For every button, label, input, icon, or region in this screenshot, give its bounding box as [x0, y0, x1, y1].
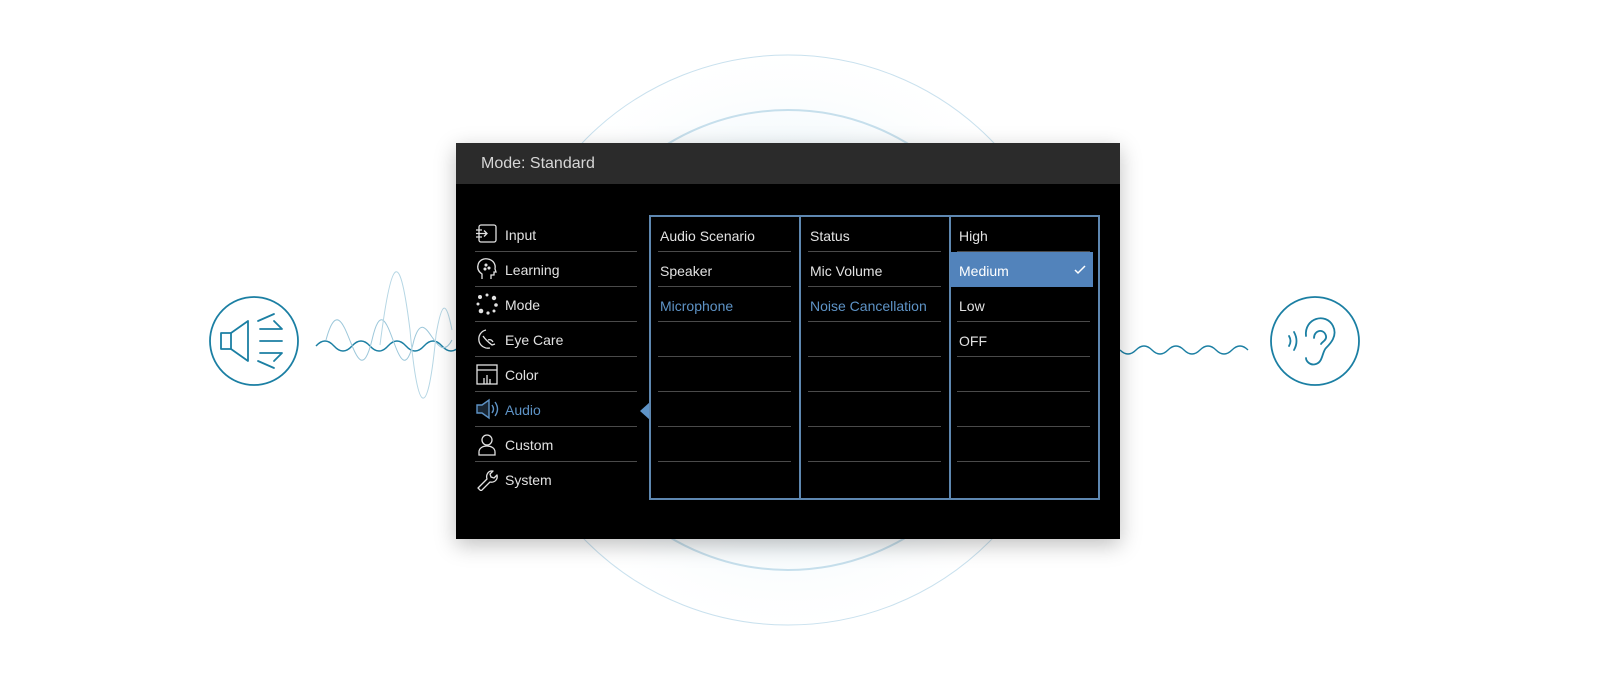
ear-sound-icon [1270, 296, 1360, 386]
menu-item-color[interactable]: Color [475, 357, 637, 392]
person-icon [478, 434, 496, 456]
speaker-icon [476, 398, 499, 420]
option-off[interactable]: OFF [957, 322, 1090, 357]
option-medium-selected[interactable]: Medium [950, 252, 1093, 287]
submenu-item-speaker[interactable]: Speaker [658, 252, 791, 287]
speaker-sound-icon [209, 296, 299, 386]
menu-item-input[interactable]: Input [475, 217, 637, 252]
menu-item-audio[interactable]: Audio [475, 392, 637, 427]
menu-item-label: Mode [505, 297, 541, 313]
osd-header: Mode: Standard [456, 143, 1120, 184]
learning-head-icon [477, 258, 497, 279]
mode-title: Mode: Standard [481, 155, 595, 172]
menu-item-custom[interactable]: Custom [475, 427, 637, 462]
menu-item-system[interactable]: System [475, 462, 637, 497]
submenu-item-mic-volume[interactable]: Mic Volume [808, 252, 941, 287]
submenu-item-status[interactable]: Status [808, 217, 941, 252]
empty-row [957, 427, 1090, 462]
audio-submenu-column: Audio Scenario Speaker Microphone [658, 217, 791, 462]
empty-row [658, 392, 791, 427]
input-icon [476, 224, 497, 243]
submenu-item-microphone[interactable]: Microphone [658, 287, 791, 322]
osd-window: Mode: Standard Input Learning Mode Eye C… [456, 143, 1120, 539]
color-icon [476, 364, 498, 385]
empty-row [658, 427, 791, 462]
microphone-submenu-column: Status Mic Volume Noise Cancellation [808, 217, 941, 462]
menu-item-label: System [505, 472, 552, 488]
option-high[interactable]: High [957, 217, 1090, 252]
menu-item-label: Learning [505, 262, 560, 278]
noise-cancellation-options-column: High Medium Low OFF [950, 217, 1093, 462]
menu-item-label: Eye Care [505, 332, 564, 348]
eye-care-icon [478, 329, 496, 349]
empty-row [957, 392, 1090, 427]
menu-item-learning[interactable]: Learning [475, 252, 637, 287]
menu-item-mode[interactable]: Mode [475, 287, 637, 322]
column-divider [799, 217, 801, 498]
empty-row [658, 357, 791, 392]
option-low[interactable]: Low [957, 287, 1090, 322]
menu-item-label: Input [505, 227, 537, 243]
empty-row [957, 357, 1090, 392]
left-sound-waves [315, 271, 461, 399]
menu-item-label: Color [505, 367, 539, 383]
empty-row [808, 357, 941, 392]
menu-item-eye-care[interactable]: Eye Care [475, 322, 637, 357]
menu-item-label: Audio [505, 402, 541, 418]
submenu-panel: Audio Scenario Speaker Microphone Status… [649, 215, 1100, 500]
empty-row [658, 322, 791, 357]
main-menu: Input Learning Mode Eye Care Color Audio… [475, 217, 637, 497]
wrench-icon [477, 470, 498, 491]
submenu-item-noise-cancellation[interactable]: Noise Cancellation [808, 287, 941, 322]
empty-row [808, 322, 941, 357]
empty-row [808, 427, 941, 462]
submenu-item-audio-scenario[interactable]: Audio Scenario [658, 217, 791, 252]
right-sound-wave [1119, 345, 1249, 355]
checkmark-icon [1074, 265, 1086, 275]
menu-item-label: Custom [505, 437, 554, 453]
option-label: Medium [959, 263, 1009, 279]
mode-dots-icon [476, 293, 498, 315]
empty-row [808, 392, 941, 427]
